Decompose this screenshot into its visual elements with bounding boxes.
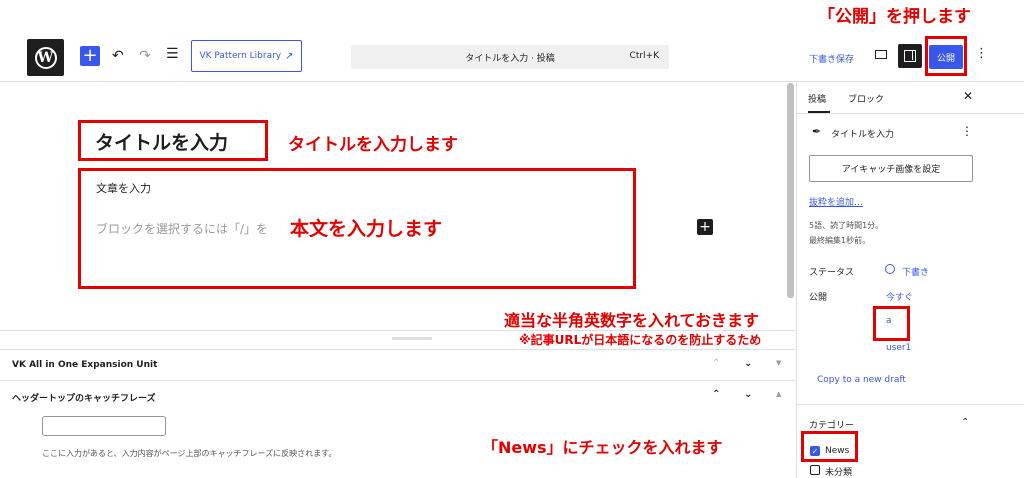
annotation-publish: 「公開」を押します: [818, 7, 971, 27]
save-draft-button[interactable]: 下書き保存: [809, 52, 854, 65]
meta-box-vk: VK All in One Expansion Unit ⌃ ⌄ ▼: [0, 349, 795, 380]
sidebar-icon: [904, 50, 916, 62]
command-bar-title: タイトルを入力 · 投稿: [465, 54, 555, 64]
chevron-up-icon[interactable]: ⌃: [961, 417, 969, 428]
toggle-panel-icon[interactable]: ▼: [776, 359, 781, 367]
meta-box-vk-title: VK All in One Expansion Unit: [12, 360, 158, 370]
paragraph-placeholder[interactable]: ブロックを選択するには「/」を: [96, 220, 268, 237]
vk-pattern-library-button[interactable]: VK Pattern Library ↗: [191, 40, 302, 72]
paragraph-heading[interactable]: 文章を入力: [96, 180, 151, 196]
external-link-icon: ↗: [285, 50, 294, 62]
annotation-body: 本文を入力します: [290, 214, 443, 241]
annotation-title: タイトルを入力します: [288, 135, 458, 155]
post-actions-icon[interactable]: ⋮: [961, 124, 973, 138]
sidebar-divider: [797, 404, 1024, 405]
move-up-icon[interactable]: ⌃: [712, 358, 720, 369]
meta-box-catchphrase: ヘッダートップのキャッチフレーズ ⌃ ⌄ ▲: [0, 380, 795, 411]
publish-date-button[interactable]: 今すぐ: [886, 290, 913, 303]
post-title[interactable]: タイトルを入力: [95, 128, 228, 155]
status-label: ステータス: [809, 268, 855, 278]
tab-block[interactable]: ブロック: [848, 92, 884, 105]
status-value-button[interactable]: 下書き: [902, 265, 929, 278]
settings-toggle-button[interactable]: [898, 44, 922, 68]
pen-icon: ✒: [812, 125, 822, 138]
publish-label: 公開: [809, 293, 828, 303]
sidebar-divider: [797, 113, 1024, 114]
close-icon[interactable]: ✕: [963, 89, 973, 103]
catchphrase-input[interactable]: [42, 416, 166, 436]
category-panel-title[interactable]: カテゴリー: [809, 418, 854, 431]
category-uncategorized-label: 未分類: [825, 468, 853, 478]
vk-pattern-library-label: VK Pattern Library: [199, 51, 282, 61]
undo-icon[interactable]: ↶: [112, 48, 124, 64]
resize-handle[interactable]: [392, 337, 432, 340]
publish-highlight-box: [925, 36, 967, 76]
redo-icon[interactable]: ↷: [139, 48, 151, 64]
annotation-slug-line1: 適当な半角英数字を入れておきます: [504, 311, 760, 330]
news-highlight-box: [801, 431, 858, 462]
last-edited-text: 最終編集1秒前。: [809, 236, 871, 245]
move-down-icon[interactable]: ⌄: [744, 358, 752, 369]
document-overview-icon[interactable]: ☰: [166, 46, 179, 62]
sidebar-post-title: タイトルを入力: [831, 130, 895, 140]
slug-value-button[interactable]: a: [886, 316, 892, 326]
author-value-button[interactable]: user1: [886, 343, 911, 353]
move-down-icon[interactable]: ⌄: [744, 389, 752, 400]
block-inserter-button[interactable]: +: [80, 46, 100, 66]
move-up-icon[interactable]: ⌃: [712, 389, 720, 400]
word-count-text: 5語、読了時間1分。: [809, 221, 884, 230]
annotation-slug-line2: ※記事URLが日本語になるのを防止するため: [519, 333, 762, 347]
command-palette-bar[interactable]: タイトルを入力 · 投稿 Ctrl+K: [351, 45, 669, 69]
catchphrase-help-text: ここに入力があると、入力内容がページ上部のキャッチフレーズに反映されます。: [42, 449, 337, 458]
editor-scrollbar[interactable]: [787, 83, 794, 298]
meta-box-catch-title: ヘッダートップのキャッチフレーズ: [12, 394, 156, 404]
uncategorized-checkbox[interactable]: [810, 465, 820, 475]
wordpress-logo-button[interactable]: W: [27, 39, 64, 76]
annotation-news: 「News」にチェックを入れます: [482, 438, 723, 457]
options-menu-icon[interactable]: ⋮: [975, 46, 988, 61]
draft-status-icon: [885, 264, 895, 274]
command-bar-shortcut: Ctrl+K: [629, 51, 659, 61]
wordpress-icon: W: [34, 46, 57, 69]
add-excerpt-link[interactable]: 抜粋を追加…: [809, 195, 863, 208]
featured-image-button[interactable]: アイキャッチ画像を設定: [809, 155, 973, 182]
preview-icon[interactable]: [875, 50, 887, 59]
tab-post[interactable]: 投稿: [808, 92, 826, 105]
copy-to-draft-button[interactable]: Copy to a new draft: [817, 375, 906, 385]
toggle-panel-icon[interactable]: ▲: [776, 390, 781, 398]
inline-inserter-icon[interactable]: +: [697, 219, 713, 235]
